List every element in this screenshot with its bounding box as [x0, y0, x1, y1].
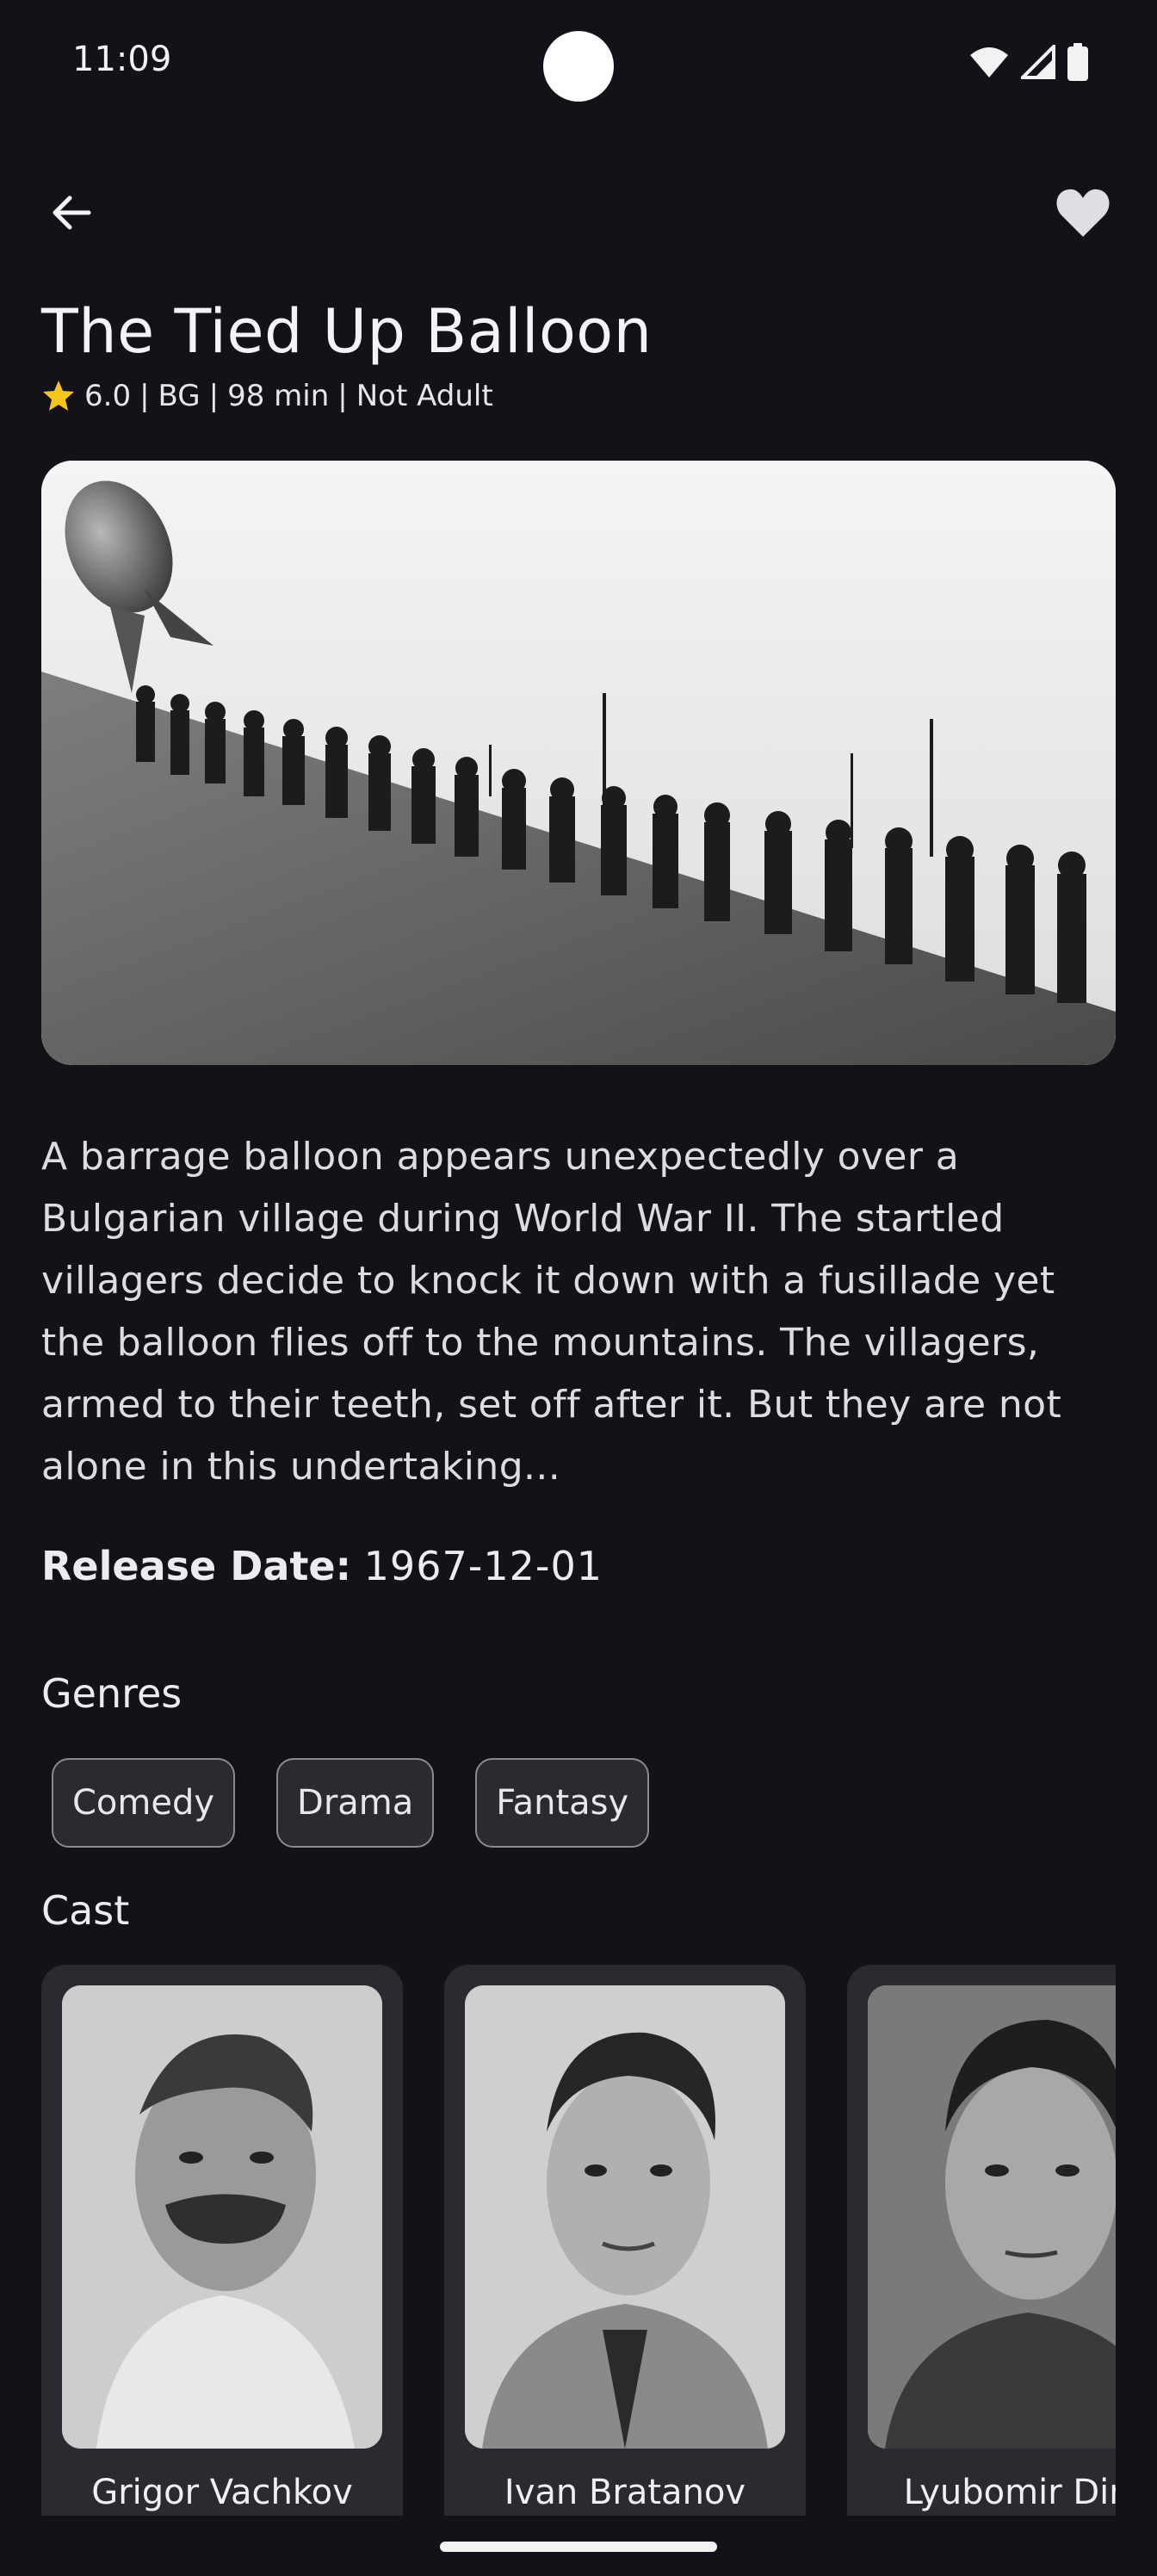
- meta-separator: |: [208, 379, 220, 413]
- genre-chip[interactable]: Fantasy: [475, 1758, 650, 1848]
- release-date-row: Release Date: 1967-12-01: [41, 1543, 603, 1589]
- back-button[interactable]: [40, 181, 103, 245]
- rating-value: 6.0: [84, 379, 132, 413]
- runtime: 98 min: [227, 379, 330, 413]
- cast-card[interactable]: Ivan Bratanov: [444, 1965, 806, 2516]
- wifi-icon: [970, 47, 1008, 77]
- cast-list[interactable]: Grigor Vachkov Ivan Bratanov Lyubomir Di: [41, 1965, 1116, 2516]
- adult-flag: Not Adult: [356, 379, 493, 413]
- country: BG: [158, 379, 201, 413]
- release-date-label: Release Date:: [41, 1543, 352, 1589]
- star-icon: [43, 381, 74, 411]
- meta-separator: |: [337, 379, 348, 413]
- cast-heading: Cast: [41, 1887, 130, 1934]
- battery-icon: [1067, 43, 1088, 81]
- status-bar: 11:09: [0, 0, 1157, 129]
- cast-photo: [868, 1985, 1116, 2449]
- cast-photo: [62, 1985, 382, 2449]
- status-icons: [969, 43, 1088, 81]
- status-time: 11:09: [72, 40, 172, 79]
- camera-cutout: [543, 31, 614, 102]
- movie-backdrop-image: [41, 461, 1116, 1065]
- cast-name: Grigor Vachkov: [91, 2473, 353, 2512]
- genres-heading: Genres: [41, 1670, 183, 1717]
- genre-chips: Comedy Drama Fantasy: [52, 1758, 650, 1848]
- cast-name: Lyubomir Dimi: [903, 2473, 1116, 2512]
- favorite-button[interactable]: [1049, 181, 1117, 245]
- cast-card[interactable]: Lyubomir Dimi: [847, 1965, 1116, 2516]
- arrow-left-icon: [53, 195, 91, 230]
- movie-meta: 6.0 | BG | 98 min | Not Adult: [41, 379, 493, 413]
- cast-photo: [465, 1985, 785, 2449]
- genre-chip[interactable]: Drama: [276, 1758, 435, 1848]
- movie-overview: A barrage balloon appears unexpectedly o…: [41, 1135, 1062, 1489]
- heart-icon: [1056, 189, 1110, 237]
- cast-card[interactable]: Grigor Vachkov: [41, 1965, 403, 2516]
- release-date-value: 1967-12-01: [363, 1543, 603, 1589]
- genre-chip[interactable]: Comedy: [52, 1758, 236, 1848]
- cast-name: Ivan Bratanov: [504, 2473, 746, 2512]
- movie-title: The Tied Up Balloon: [41, 296, 653, 367]
- home-indicator[interactable]: [440, 2542, 717, 2552]
- signal-icon: [1021, 45, 1055, 79]
- meta-separator: |: [139, 379, 150, 413]
